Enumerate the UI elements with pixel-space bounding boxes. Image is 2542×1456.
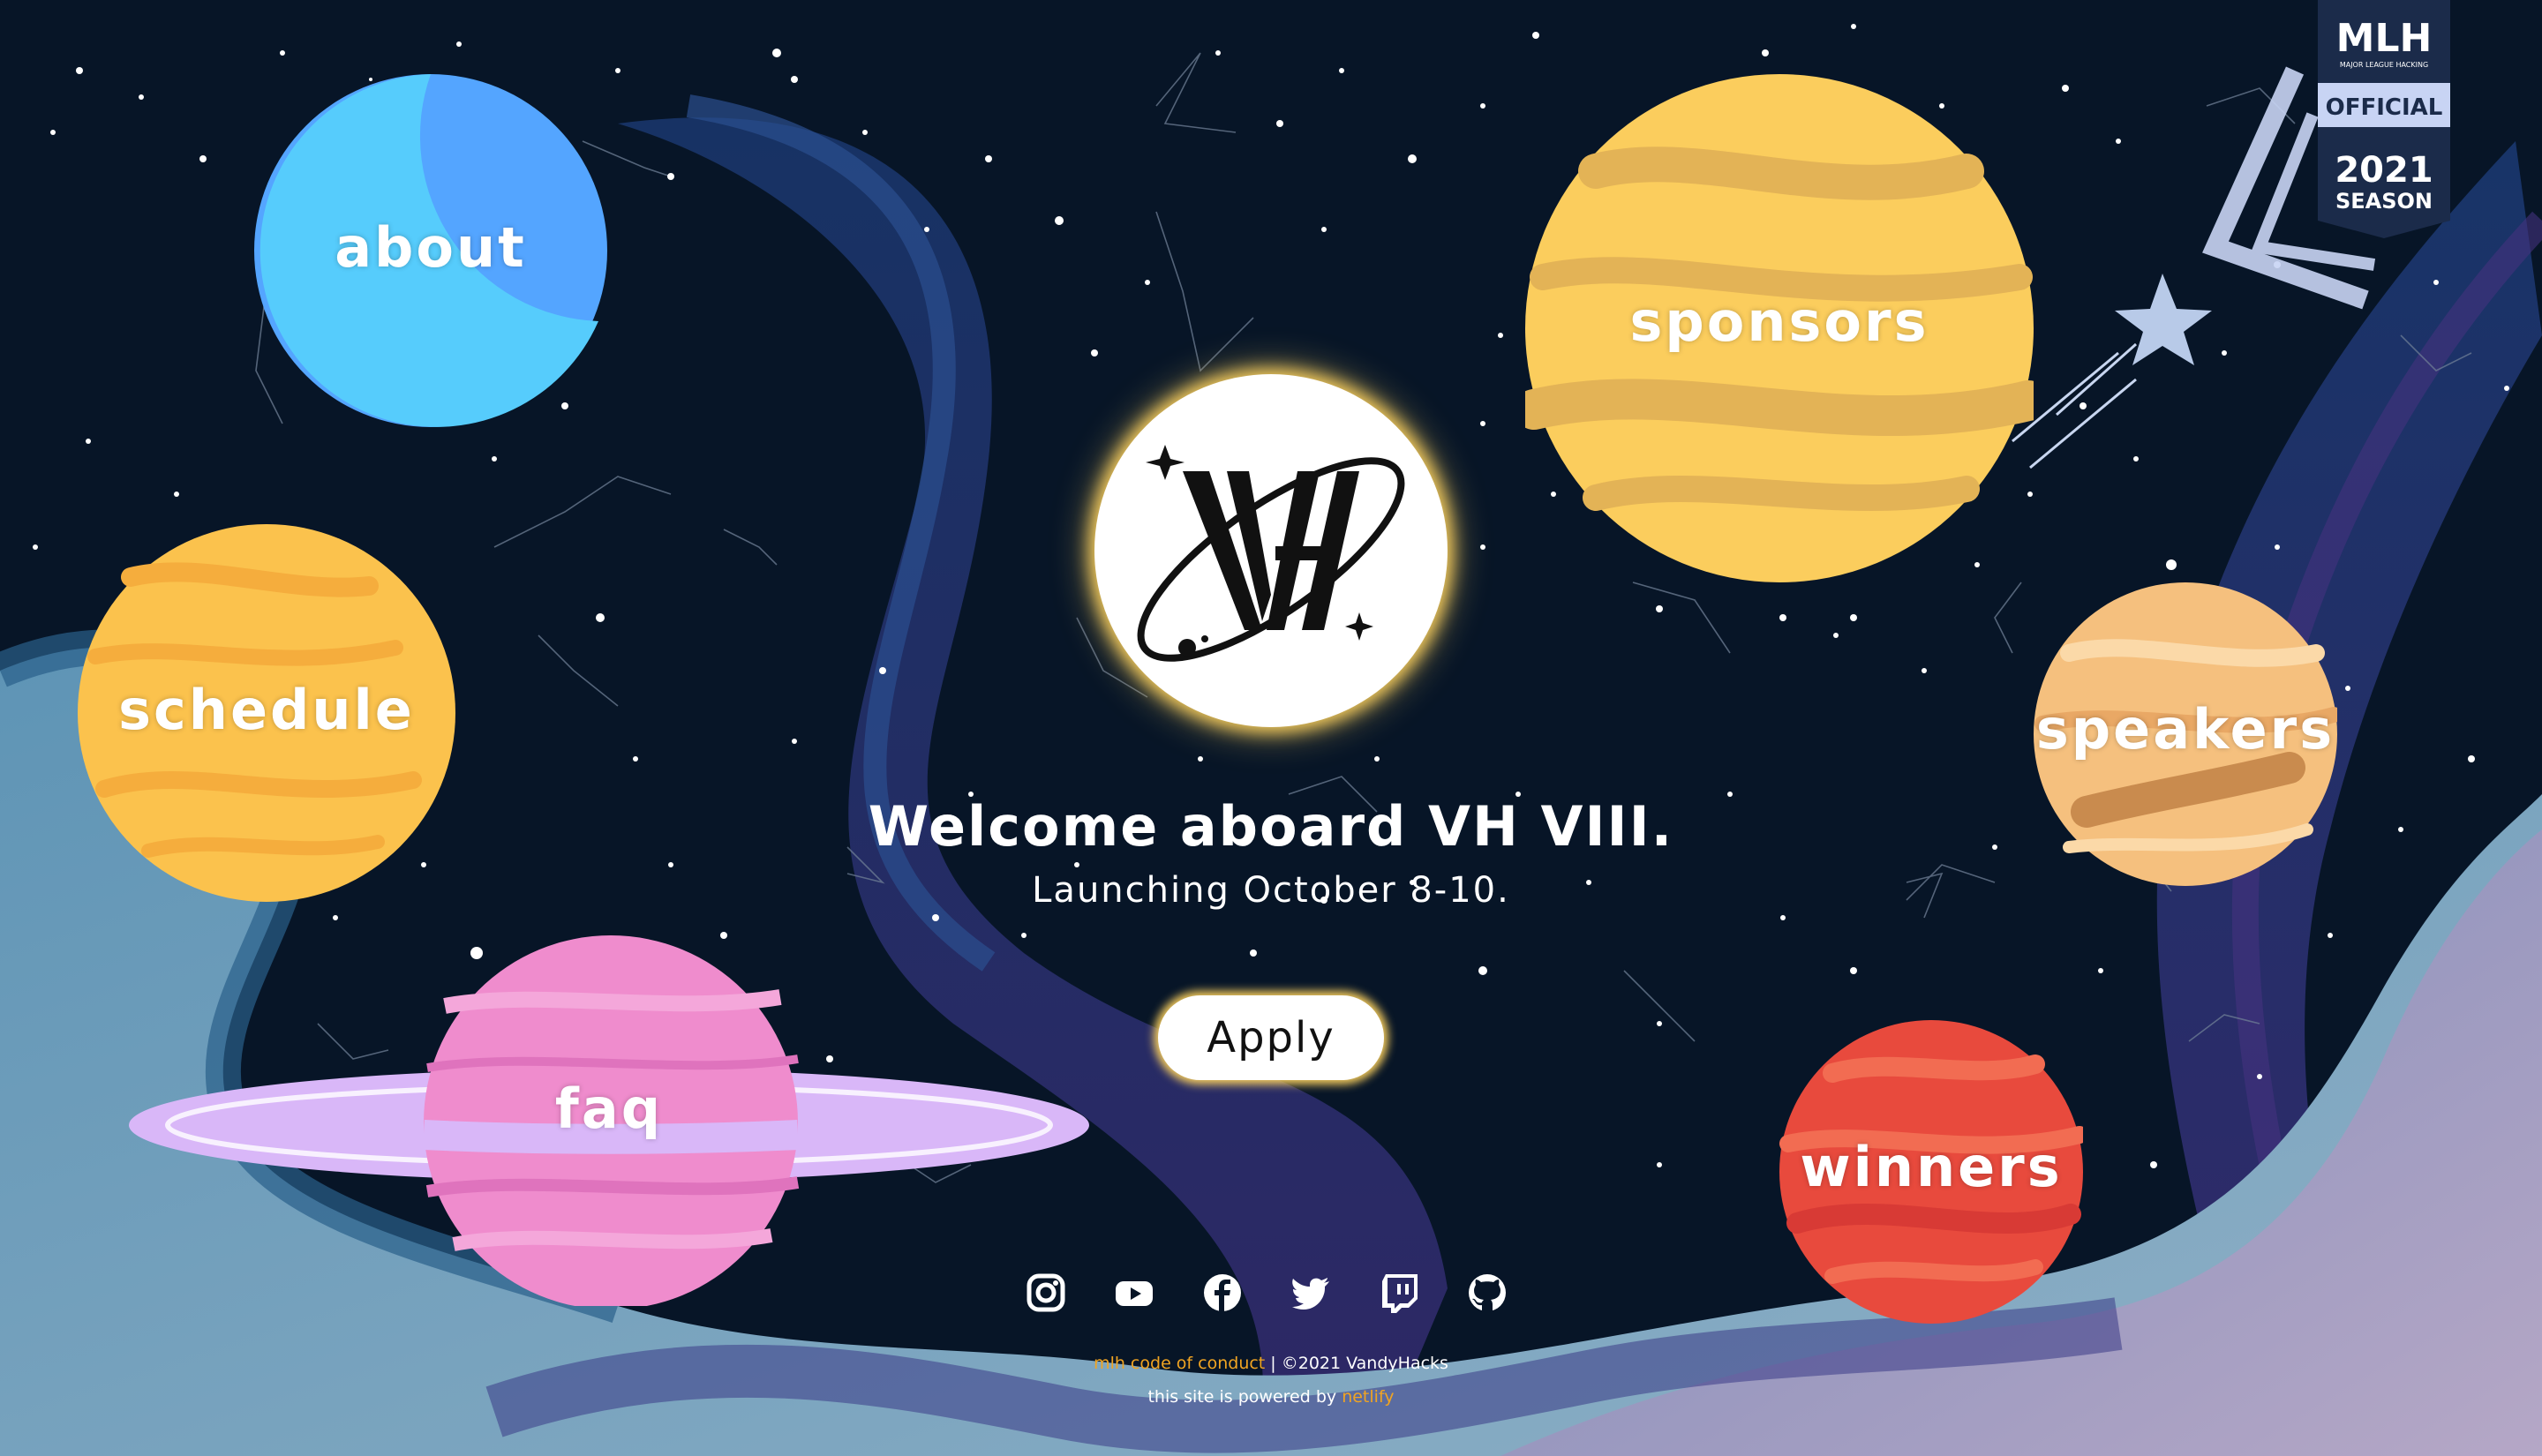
nav-planet-sponsors[interactable]: sponsors [1514,74,2049,582]
code-of-conduct-link[interactable]: mlh code of conduct [1094,1354,1265,1373]
page-title: Welcome aboard VH VIII. [868,794,1674,859]
instagram-icon[interactable] [1024,1271,1068,1315]
powered-by-text: this site is powered by [1147,1387,1342,1407]
nav-planet-speakers[interactable]: speakers [2034,582,2342,886]
nav-planet-winners[interactable]: winners [1779,1020,2088,1324]
mlh-trust-badge[interactable]: MLH MAJOR LEAGUE HACKING OFFICIAL 2021 S… [2318,0,2450,238]
twitter-icon[interactable] [1289,1271,1333,1315]
footer-line-1: mlh code of conduct | ©2021 VandyHacks [918,1354,1624,1373]
mlh-badge-icon: MLH MAJOR LEAGUE HACKING OFFICIAL 2021 S… [2318,0,2450,238]
footer-separator: | [1265,1354,1282,1373]
vandyhacks-logo [1094,374,1448,727]
nav-planet-faq[interactable]: faq [127,935,1091,1310]
footer-line-2: this site is powered by netlify [918,1387,1624,1407]
shooting-star-icon [2012,274,2212,469]
nav-planet-about[interactable]: about [254,74,607,427]
mlh-season: SEASON [2335,189,2433,214]
twitch-icon[interactable] [1377,1271,1421,1315]
github-icon[interactable] [1465,1271,1509,1315]
nav-label-faq: faq [554,1077,664,1141]
launch-date: Launching October 8-10. [1032,870,1510,911]
mlh-official: OFFICIAL [2326,94,2443,121]
mlh-year: 2021 [2335,150,2433,191]
nav-label-about: about [335,215,527,280]
nav-label-sponsors: sponsors [1629,289,1929,354]
apply-button[interactable]: Apply [1158,995,1384,1080]
mlh-tagline: MAJOR LEAGUE HACKING [2340,61,2428,69]
nav-label-schedule: schedule [118,678,415,742]
facebook-icon[interactable] [1200,1271,1245,1315]
copyright-text: ©2021 VandyHacks [1281,1354,1448,1373]
social-links [1024,1271,1518,1324]
youtube-icon[interactable] [1112,1271,1156,1315]
nav-planet-schedule[interactable]: schedule [78,524,455,902]
vh-logo-icon [1137,445,1405,662]
nav-label-winners: winners [1800,1135,2063,1199]
netlify-link[interactable]: netlify [1342,1387,1394,1407]
nav-label-speakers: speakers [2035,697,2335,762]
mlh-brand: MLH [2336,16,2433,61]
